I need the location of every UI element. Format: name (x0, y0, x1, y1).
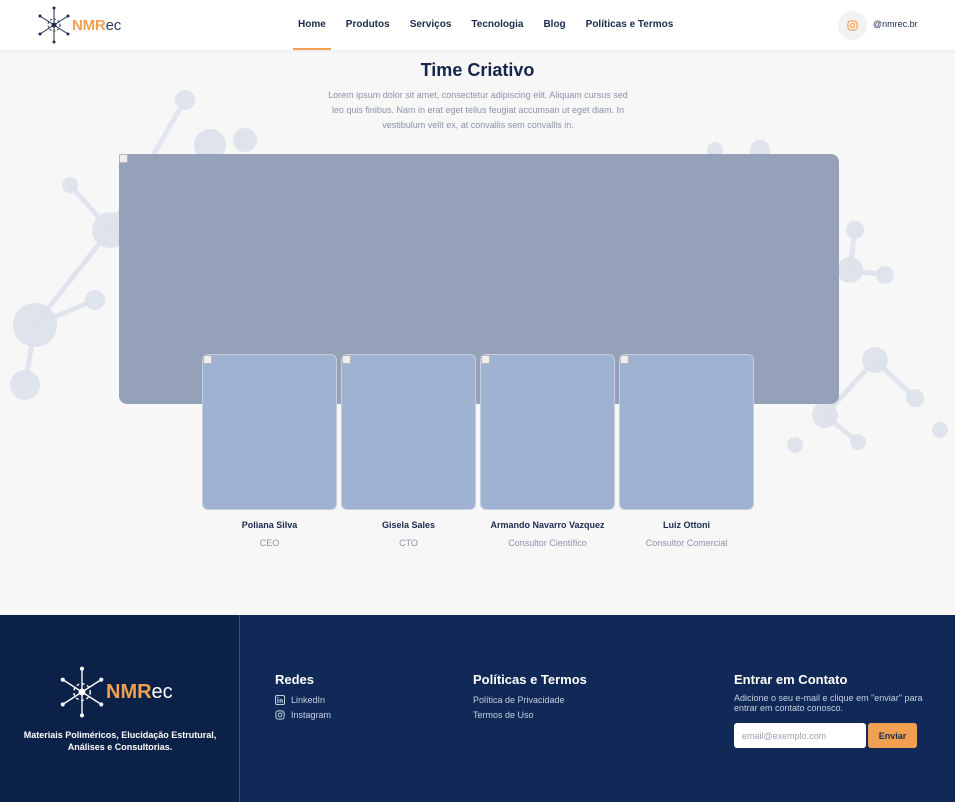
instagram-label: Instagram (291, 710, 332, 720)
nav-produtos[interactable]: Produtos (336, 0, 400, 50)
molecule-logo-icon (60, 666, 104, 718)
footer-link-termos[interactable]: Termos de Uso (473, 710, 534, 720)
team-member-role: CTO (399, 538, 418, 548)
send-button[interactable]: Enviar (868, 723, 917, 748)
redes-title: Redes (275, 672, 315, 687)
footer-brand-panel: NMRec Materiais Poliméricos, Elucidação … (0, 615, 240, 802)
politicas-title: Políticas e Termos (473, 672, 587, 687)
instagram-icon (275, 710, 285, 720)
main-nav: Home Produtos Serviços Tecnologia Blog P… (288, 0, 683, 50)
team-member-photo (341, 354, 476, 510)
team-description: Lorem ipsum dolor sit amet, consectetur … (328, 90, 628, 130)
contato-title: Entrar em Contato (734, 672, 848, 687)
team-member-role: Consultor Científico (508, 538, 587, 548)
footer-link-privacidade[interactable]: Política de Privacidade (473, 695, 565, 705)
logo-text: NMRec (72, 16, 122, 34)
nav-blog[interactable]: Blog (533, 0, 575, 50)
linkedin-icon (275, 695, 285, 705)
team-member-photo (480, 354, 615, 510)
footer-link-instagram[interactable]: Instagram (275, 710, 331, 720)
team-title: Time Criativo (420, 60, 535, 80)
broken-image-icon (620, 355, 629, 364)
site-header: NMRec Home Produtos Serviços Tecnologia … (0, 0, 955, 50)
social-handle[interactable]: @nmrec.br (873, 19, 918, 29)
nav-tecnologia[interactable]: Tecnologia (461, 0, 533, 50)
footer-tagline: Materiais Poliméricos, Elucidação Estrut… (23, 730, 217, 752)
instagram-button[interactable] (838, 11, 867, 40)
team-member-role: CEO (259, 538, 280, 548)
nav-home[interactable]: Home (288, 0, 336, 50)
nav-servicos[interactable]: Serviços (400, 0, 462, 50)
team-card: Armando Navarro Vazquez Consultor Cientí… (480, 354, 615, 548)
broken-image-icon (342, 355, 351, 364)
team-member-name: Gisela Sales (381, 520, 436, 530)
footer-logo-text: NMRec (106, 680, 173, 703)
instagram-icon (847, 20, 858, 31)
team-member-photo (619, 354, 754, 510)
email-input[interactable] (734, 723, 866, 748)
linkedin-label: LinkedIn (291, 695, 326, 705)
team-cards: Poliana Silva CEO Gisela Sales CTO Arman… (202, 354, 758, 548)
team-member-role: Consultor Comercial (645, 538, 728, 548)
logo[interactable]: NMRec (38, 6, 121, 44)
team-card: Gisela Sales CTO (341, 354, 476, 548)
team-member-name: Luiz Ottoni (663, 520, 710, 530)
footer-logo[interactable]: NMRec (60, 665, 173, 719)
molecule-logo-icon (38, 6, 70, 44)
contato-description: Adicione o seu e-mail e clique em "envia… (734, 693, 923, 713)
team-member-name: Poliana Silva (241, 520, 298, 530)
footer-link-linkedin[interactable]: LinkedIn (275, 695, 325, 705)
team-member-photo (202, 354, 337, 510)
broken-image-icon (481, 355, 490, 364)
team-member-name: Armando Navarro Vazquez (490, 520, 605, 530)
site-footer: NMRec Materiais Poliméricos, Elucidação … (0, 615, 955, 802)
nav-politicas[interactable]: Políticas e Termos (576, 0, 684, 50)
team-card: Luiz Ottoni Consultor Comercial (619, 354, 754, 548)
broken-image-icon (203, 355, 212, 364)
team-card: Poliana Silva CEO (202, 354, 337, 548)
broken-image-icon (119, 154, 128, 163)
